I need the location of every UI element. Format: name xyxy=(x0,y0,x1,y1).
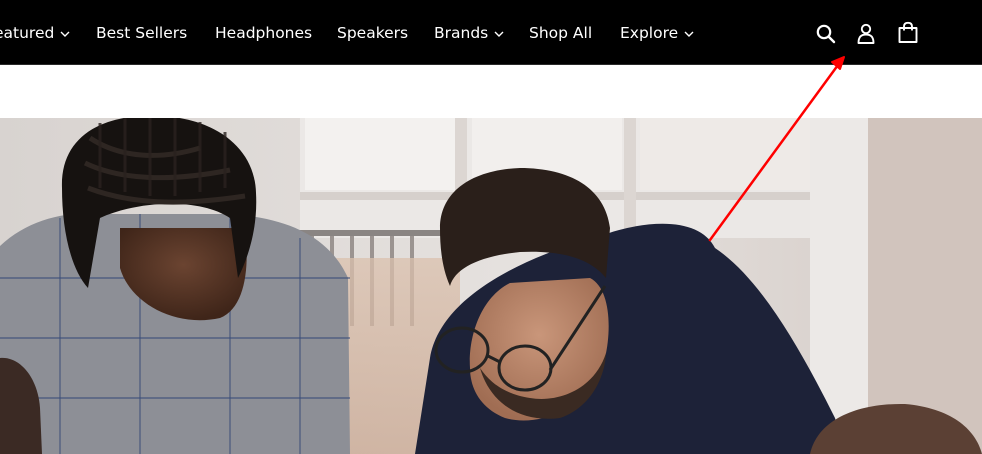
chevron-down-icon xyxy=(684,31,694,37)
nav-item-label: Shop All xyxy=(529,24,593,42)
cart-button[interactable] xyxy=(895,20,921,46)
chevron-down-icon xyxy=(494,31,504,37)
chevron-down-icon xyxy=(60,31,70,37)
nav-item-best-sellers[interactable]: Best Sellers xyxy=(96,23,187,43)
nav-item-label: eatured xyxy=(0,24,55,42)
account-icon xyxy=(857,23,875,44)
nav-item-speakers[interactable]: Speakers xyxy=(337,23,408,43)
cart-icon xyxy=(898,21,918,43)
hero-photo xyxy=(0,118,982,454)
nav-item-label: Brands xyxy=(434,24,489,42)
nav-item-label: Explore xyxy=(620,24,679,42)
search-icon xyxy=(816,24,836,44)
nav-item-headphones[interactable]: Headphones xyxy=(215,23,312,43)
announcement-spacer xyxy=(0,65,982,118)
nav-item-brands[interactable]: Brands xyxy=(434,23,504,43)
nav-item-shop-all[interactable]: Shop All xyxy=(529,23,592,43)
nav-item-explore[interactable]: Explore xyxy=(620,23,694,43)
nav-item-label: Headphones xyxy=(215,24,313,42)
hero-image xyxy=(0,118,982,454)
account-button[interactable] xyxy=(853,20,879,46)
header-nav-bar: eatured Best Sellers Headphones Speakers… xyxy=(0,0,982,65)
nav-item-label: Speakers xyxy=(337,24,409,42)
nav-item-label: Best Sellers xyxy=(96,24,188,42)
nav-item-featured[interactable]: eatured xyxy=(0,23,70,43)
search-button[interactable] xyxy=(813,20,839,46)
